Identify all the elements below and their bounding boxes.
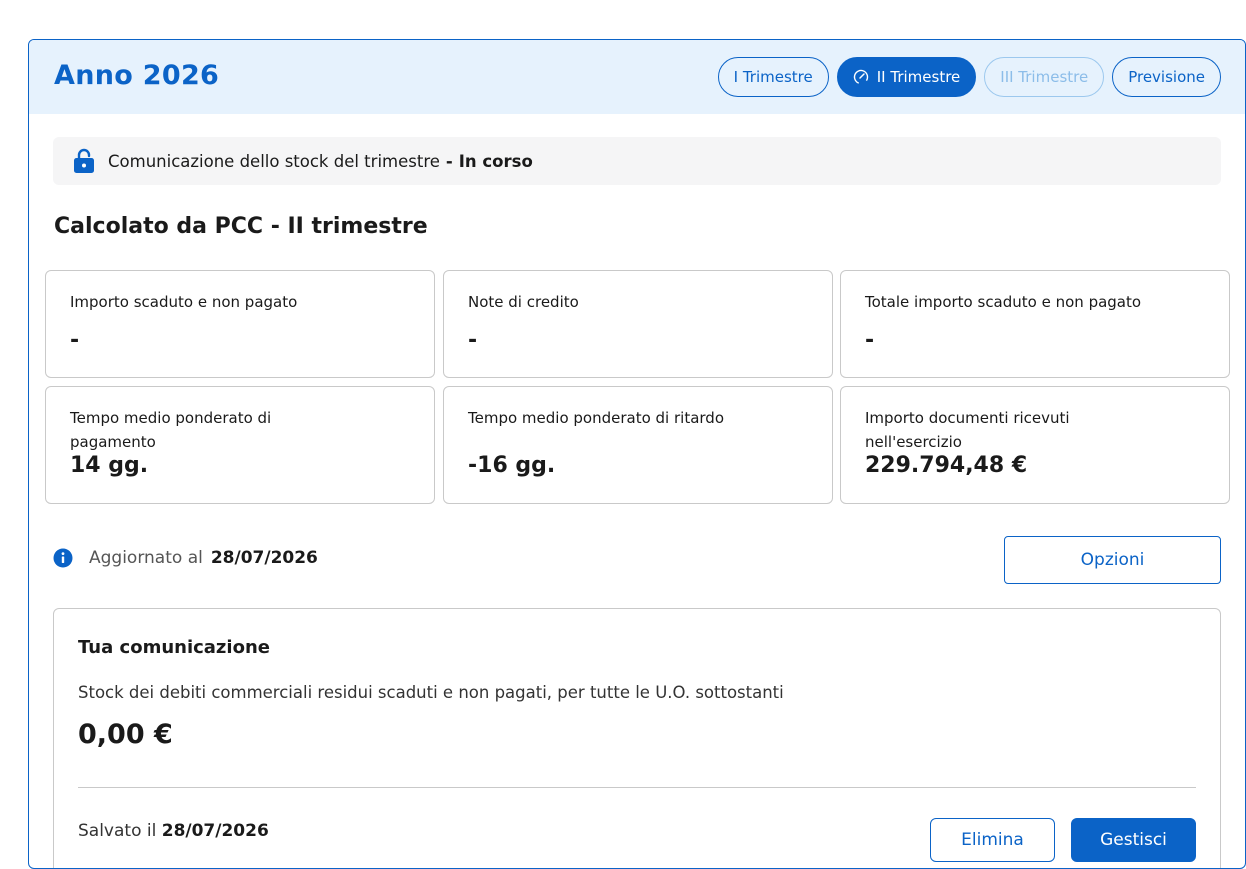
page-title: Anno 2026 xyxy=(54,60,220,91)
manage-button[interactable]: Gestisci xyxy=(1071,818,1196,862)
metric-total-expired: Totale importo scaduto e non pagato - xyxy=(840,270,1230,378)
quarter-tabs: I Trimestre II Trimestre III Trimestre P… xyxy=(717,57,1221,97)
divider xyxy=(78,787,1196,788)
lock-open-icon xyxy=(73,148,95,174)
info-icon xyxy=(53,548,73,568)
status-text: Comunicazione dello stock del trimestre xyxy=(108,151,440,171)
tab-third-quarter: III Trimestre xyxy=(984,57,1105,97)
metric-expired-unpaid: Importo scaduto e non pagato - xyxy=(45,270,435,378)
communication-card: Tua comunicazione Stock dei debiti comme… xyxy=(53,608,1221,868)
status-separator: - xyxy=(445,151,453,171)
updated-date: 28/07/2026 xyxy=(210,548,318,568)
tab-forecast[interactable]: Previsione xyxy=(1112,57,1221,97)
saved-info: Salvato il 28/07/2026 xyxy=(78,821,269,841)
card-header: Anno 2026 I Trimestre II Trimestre III T… xyxy=(29,40,1245,114)
communication-title: Tua comunicazione xyxy=(78,637,270,658)
tab-second-quarter[interactable]: II Trimestre xyxy=(836,57,977,97)
metric-documents-received: Importo documenti ricevuti nell'esercizi… xyxy=(840,386,1230,504)
metric-value: 14 gg. xyxy=(70,453,149,478)
metric-value: - xyxy=(468,328,478,353)
gauge-icon xyxy=(853,69,869,85)
saved-date: 28/07/2026 xyxy=(161,821,269,841)
metric-value: -16 gg. xyxy=(468,453,556,478)
metric-value: - xyxy=(70,328,80,353)
delete-button[interactable]: Elimina xyxy=(930,818,1055,862)
year-card: Anno 2026 I Trimestre II Trimestre III T… xyxy=(28,39,1246,869)
communication-status: Comunicazione dello stock del trimestre … xyxy=(53,137,1221,185)
section-title: Calcolato da PCC - II trimestre xyxy=(54,214,428,239)
options-button[interactable]: Opzioni xyxy=(1004,536,1221,584)
communication-description: Stock dei debiti commerciali residui sca… xyxy=(78,683,784,702)
metric-payment-time: Tempo medio ponderato di pagamento 14 gg… xyxy=(45,386,435,504)
communication-amount: 0,00 € xyxy=(78,719,173,750)
metric-value: 229.794,48 € xyxy=(865,453,1028,478)
metric-credit-notes: Note di credito - xyxy=(443,270,833,378)
last-updated: Aggiornato al 28/07/2026 xyxy=(53,548,318,568)
metric-delay-time: Tempo medio ponderato di ritardo -16 gg. xyxy=(443,386,833,504)
status-badge: In corso xyxy=(458,151,533,171)
tab-first-quarter[interactable]: I Trimestre xyxy=(717,57,829,97)
metric-value: - xyxy=(865,328,875,353)
